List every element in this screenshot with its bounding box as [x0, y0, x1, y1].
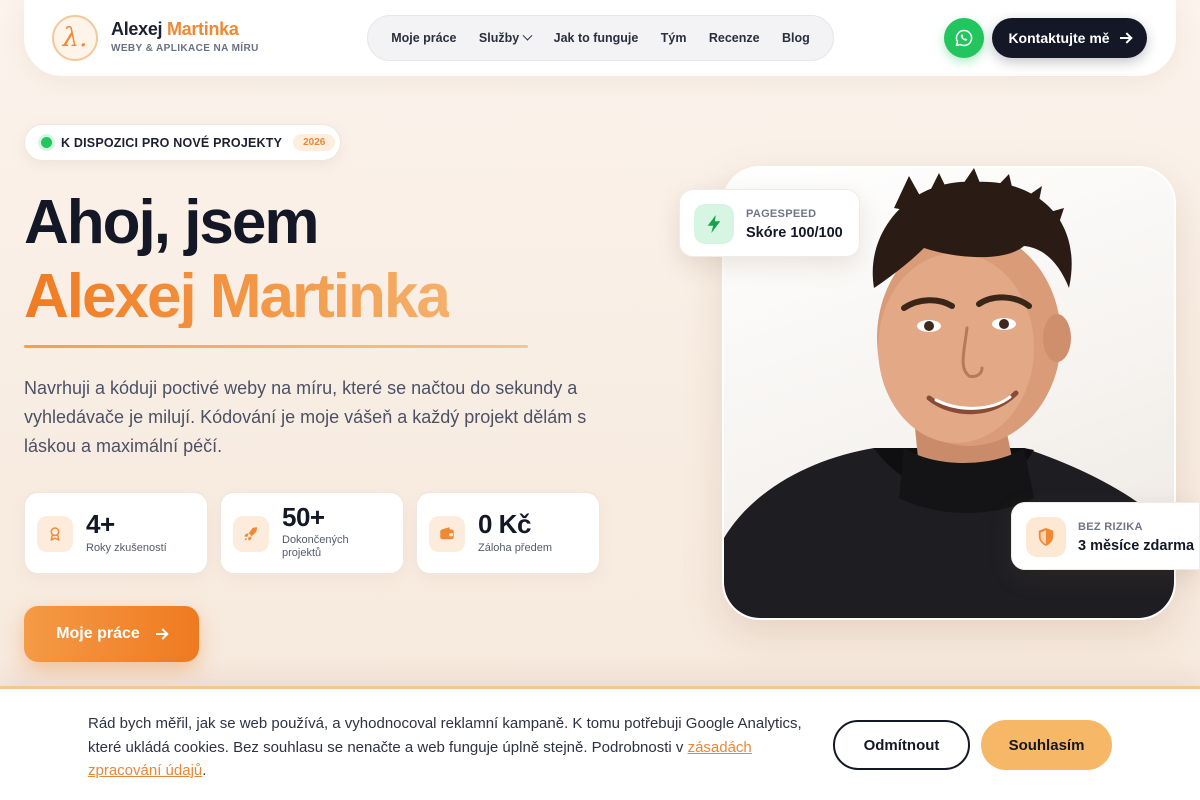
- no-risk-badge: BEZ RIZIKA 3 měsíce zdarma: [1011, 502, 1200, 570]
- nav-item-reviews[interactable]: Recenze: [709, 31, 760, 45]
- brand-name[interactable]: Alexej Martinka: [111, 19, 239, 40]
- nav-item-how-it-works[interactable]: Jak to funguje: [554, 31, 639, 45]
- pagespeed-score: Skóre 100/100: [746, 225, 843, 241]
- nav-label: Moje práce: [391, 31, 457, 45]
- pagespeed-caption: PAGESPEED: [746, 208, 817, 220]
- decline-cookies-button[interactable]: Odmítnout: [833, 720, 970, 770]
- accept-label: Souhlasím: [1008, 736, 1085, 754]
- nav-label: Tým: [660, 31, 687, 45]
- accept-cookies-button[interactable]: Souhlasím: [981, 720, 1112, 770]
- stat-value: 4+: [86, 509, 115, 539]
- wallet-icon: [429, 516, 465, 552]
- brand-last-name: Martinka: [166, 19, 239, 39]
- my-work-button[interactable]: Moje práce: [24, 606, 199, 662]
- nav-label: Blog: [782, 31, 810, 45]
- main-nav: Moje práce Služby Jak to funguje Tým Rec…: [367, 15, 834, 61]
- no-risk-value: 3 měsíce zdarma: [1078, 538, 1195, 554]
- site-header: λ. Alexej Martinka WEBY & APLIKACE NA MÍ…: [24, 0, 1176, 76]
- cookie-text: Rád bych měřil, jak se web používá, a vy…: [88, 712, 803, 783]
- no-risk-caption: BEZ RIZIKA: [1078, 521, 1143, 533]
- stat-card-projects: 50+ Dokončených projektů: [220, 492, 404, 574]
- stat-card-deposit: 0 Kč Záloha předem: [416, 492, 600, 574]
- status-dot-icon: [41, 137, 52, 148]
- contact-button[interactable]: Kontaktujte mě: [992, 18, 1147, 58]
- nav-item-services[interactable]: Služby: [478, 30, 533, 45]
- cookie-message-end: .: [202, 762, 207, 779]
- availability-badge: K DISPOZICI PRO NOVÉ PROJEKTY 2026: [24, 124, 341, 161]
- whatsapp-icon: [955, 29, 973, 47]
- rocket-icon: [233, 516, 269, 552]
- availability-year: 2026: [293, 134, 336, 151]
- hero-title-name: Alexej Martinka: [24, 262, 451, 331]
- stat-label: Záloha předem: [478, 542, 552, 554]
- arrow-right-icon: [155, 633, 167, 635]
- nav-label: Recenze: [708, 31, 760, 45]
- lightning-icon: [694, 204, 734, 244]
- chevron-down-icon: [522, 30, 533, 41]
- hero-title-line1: Ahoj, jsem: [24, 188, 320, 257]
- shield-icon: [1026, 517, 1066, 557]
- title-underline: [24, 345, 528, 348]
- nav-item-work[interactable]: Moje práce: [391, 31, 456, 45]
- brand-logo[interactable]: λ.: [52, 15, 98, 61]
- decline-label: Odmítnout: [863, 736, 940, 754]
- award-icon: [37, 516, 73, 552]
- contact-button-label: Kontaktujte mě: [1008, 30, 1110, 46]
- stat-label: Dokončených projektů: [282, 534, 349, 559]
- nav-item-blog[interactable]: Blog: [782, 31, 810, 45]
- nav-item-team[interactable]: Tým: [661, 31, 687, 45]
- my-work-button-label: Moje práce: [56, 625, 140, 642]
- stat-value: 50+: [282, 502, 325, 532]
- stat-value: 0 Kč: [478, 509, 531, 539]
- hero-description: Navrhuji a kóduji poctivé weby na míru, …: [24, 378, 587, 456]
- brand-first-name: Alexej: [111, 19, 163, 39]
- pagespeed-badge: PAGESPEED Skóre 100/100: [679, 189, 860, 257]
- whatsapp-button[interactable]: [944, 18, 984, 58]
- stat-label: Roky zkušeností: [86, 542, 167, 554]
- nav-label: Služby: [478, 31, 520, 45]
- stat-card-experience: 4+ Roky zkušeností: [24, 492, 208, 574]
- availability-text: K DISPOZICI PRO NOVÉ PROJEKTY: [61, 135, 283, 150]
- cookie-consent-bar: Rád bych měřil, jak se web používá, a vy…: [0, 686, 1200, 800]
- brand-tagline: WEBY & APLIKACE NA MÍRU: [111, 43, 259, 54]
- arrow-right-icon: [1119, 37, 1131, 39]
- nav-label: Jak to funguje: [553, 31, 639, 45]
